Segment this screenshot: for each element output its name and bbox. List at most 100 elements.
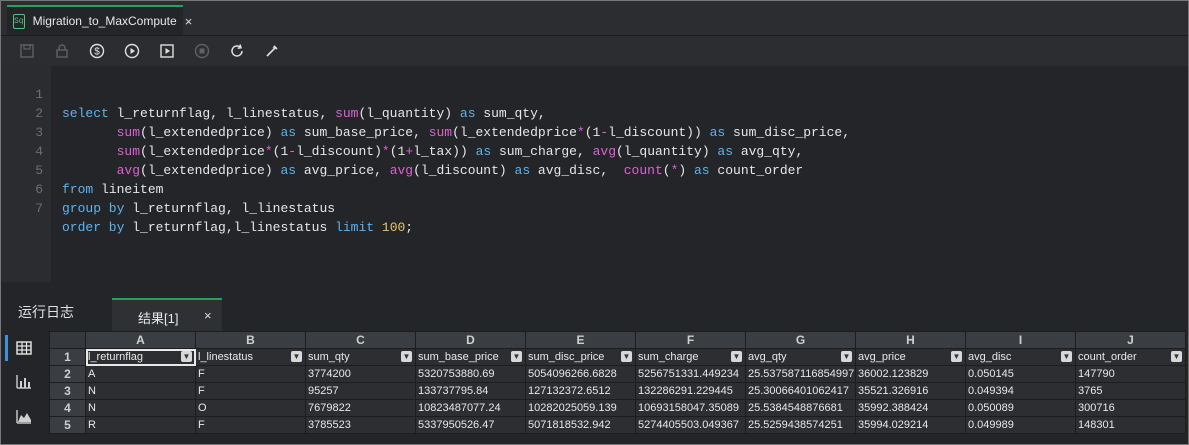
row-number[interactable]: 1 xyxy=(49,348,86,366)
table-cell[interactable]: F xyxy=(195,365,306,383)
table-cell[interactable]: 3785523 xyxy=(305,416,416,434)
sql-code-editor[interactable]: 1 select l_returnflag, l_linestatus, sum… xyxy=(1,66,1188,282)
header-label: sum_disc_price xyxy=(528,351,605,363)
header-cell[interactable]: sum_base_price ▼ xyxy=(415,348,526,366)
close-result-tab-icon[interactable]: × xyxy=(204,308,212,323)
column-letter[interactable]: H xyxy=(855,331,966,349)
table-cell[interactable]: N xyxy=(85,399,196,417)
table-view-icon[interactable] xyxy=(15,339,33,357)
column-letter[interactable]: A xyxy=(85,331,196,349)
column-letter[interactable]: C xyxy=(305,331,416,349)
table-cell[interactable]: 5054096266.6828 xyxy=(525,365,636,383)
filter-dropdown-icon[interactable]: ▼ xyxy=(731,351,742,362)
table-cell[interactable]: 3774200 xyxy=(305,365,416,383)
table-cell[interactable]: 0.050089 xyxy=(965,399,1076,417)
code-line: 4 avg(l_extendedprice) as avg_price, avg… xyxy=(1,123,1188,178)
table-cell[interactable]: 148301 xyxy=(1075,416,1186,434)
row-number[interactable]: 2 xyxy=(49,365,86,383)
column-letter[interactable]: G xyxy=(745,331,856,349)
header-label: l_linestatus xyxy=(198,351,254,363)
table-cell[interactable]: 132286291.229445 xyxy=(635,382,746,400)
table-cell[interactable]: 25.30066401062417 xyxy=(745,382,856,400)
tab-result[interactable]: 结果[1] × xyxy=(112,298,222,331)
stop-icon[interactable] xyxy=(193,42,211,60)
column-letter-row: A B C D E F G H I J xyxy=(49,331,1186,349)
table-cell[interactable]: 5071818532.942 xyxy=(525,416,636,434)
code-line: 6 group by l_returnflag, l_linestatus xyxy=(1,161,1188,216)
close-tab-icon[interactable]: × xyxy=(185,14,193,29)
column-letter[interactable]: I xyxy=(965,331,1076,349)
row-number[interactable]: 4 xyxy=(49,399,86,417)
header-cell[interactable]: sum_disc_price ▼ xyxy=(525,348,636,366)
header-label: avg_disc xyxy=(968,351,1012,363)
table-cell[interactable]: 127132372.6512 xyxy=(525,382,636,400)
filter-dropdown-icon[interactable]: ▼ xyxy=(181,351,192,362)
table-cell[interactable]: 10823487077.24 xyxy=(415,399,526,417)
column-letter[interactable]: J xyxy=(1075,331,1186,349)
table-cell[interactable]: 35992.388424 xyxy=(855,399,966,417)
filter-dropdown-icon[interactable]: ▼ xyxy=(951,351,962,362)
table-cell[interactable]: 25.5384548876681 xyxy=(745,399,856,417)
table-cell[interactable]: 147790 xyxy=(1075,365,1186,383)
filter-dropdown-icon[interactable]: ▼ xyxy=(621,351,632,362)
bar-chart-view-icon[interactable] xyxy=(15,373,33,391)
sql-editor-window: Sq Migration_to_MaxCompute × $ 1 select … xyxy=(0,0,1189,445)
header-cell[interactable]: l_returnflag ▼ xyxy=(85,348,196,366)
table-cell[interactable]: N xyxy=(85,382,196,400)
table-cell[interactable]: 5274405503.049367 xyxy=(635,416,746,434)
filter-dropdown-icon[interactable]: ▼ xyxy=(841,351,852,362)
header-cell[interactable]: count_order ▼ xyxy=(1075,348,1186,366)
format-code-icon[interactable] xyxy=(263,42,281,60)
row-number[interactable]: 3 xyxy=(49,382,86,400)
column-letter[interactable]: D xyxy=(415,331,526,349)
run-selected-icon[interactable] xyxy=(158,42,176,60)
table-cell[interactable]: 0.049989 xyxy=(965,416,1076,434)
filter-dropdown-icon[interactable]: ▼ xyxy=(401,351,412,362)
table-cell[interactable]: 300716 xyxy=(1075,399,1186,417)
header-cell[interactable]: avg_disc ▼ xyxy=(965,348,1076,366)
header-cell[interactable]: avg_price ▼ xyxy=(855,348,966,366)
table-cell[interactable]: 3765 xyxy=(1075,382,1186,400)
filter-dropdown-icon[interactable]: ▼ xyxy=(1061,351,1072,362)
table-cell[interactable]: 133737795.84 xyxy=(415,382,526,400)
table-cell[interactable]: R xyxy=(85,416,196,434)
area-chart-view-icon[interactable] xyxy=(15,408,33,426)
table-cell[interactable]: 0.050145 xyxy=(965,365,1076,383)
table-cell[interactable]: F xyxy=(195,382,306,400)
cost-estimate-icon[interactable]: $ xyxy=(88,42,106,60)
table-cell[interactable]: 10693158047.35089 xyxy=(635,399,746,417)
tab-run-log[interactable]: 运行日志 xyxy=(18,302,74,322)
header-cell[interactable]: sum_charge ▼ xyxy=(635,348,746,366)
header-cell[interactable]: sum_qty ▼ xyxy=(305,348,416,366)
table-cell[interactable]: 35994.029214 xyxy=(855,416,966,434)
code-line: 5 from lineitem xyxy=(1,142,1188,197)
table-cell[interactable]: 25.537587116854997 xyxy=(745,365,856,383)
table-cell[interactable]: F xyxy=(195,416,306,434)
table-cell[interactable]: 5256751331.449234 xyxy=(635,365,746,383)
run-icon[interactable] xyxy=(123,42,141,60)
filter-dropdown-icon[interactable]: ▼ xyxy=(291,351,302,362)
table-cell[interactable]: 36002.123829 xyxy=(855,365,966,383)
table-cell[interactable]: 5337950526.47 xyxy=(415,416,526,434)
table-cell[interactable]: 95257 xyxy=(305,382,416,400)
column-letter[interactable]: E xyxy=(525,331,636,349)
filter-dropdown-icon[interactable]: ▼ xyxy=(511,351,522,362)
table-cell[interactable]: O xyxy=(195,399,306,417)
table-cell[interactable]: 10282025059.139 xyxy=(525,399,636,417)
lock-icon[interactable] xyxy=(53,42,71,60)
header-cell[interactable]: l_linestatus ▼ xyxy=(195,348,306,366)
table-cell[interactable]: A xyxy=(85,365,196,383)
table-cell[interactable]: 25.5259438574251 xyxy=(745,416,856,434)
refresh-icon[interactable] xyxy=(228,42,246,60)
column-letter[interactable]: B xyxy=(195,331,306,349)
table-cell[interactable]: 7679822 xyxy=(305,399,416,417)
table-cell[interactable]: 35521.326916 xyxy=(855,382,966,400)
file-tab[interactable]: Sq Migration_to_MaxCompute × xyxy=(7,5,192,35)
table-cell[interactable]: 0.049394 xyxy=(965,382,1076,400)
filter-dropdown-icon[interactable]: ▼ xyxy=(1171,351,1182,362)
header-cell[interactable]: avg_qty ▼ xyxy=(745,348,856,366)
row-number[interactable]: 5 xyxy=(49,416,86,434)
table-cell[interactable]: 5320753880.69 xyxy=(415,365,526,383)
column-letter[interactable]: F xyxy=(635,331,746,349)
save-icon[interactable] xyxy=(18,42,36,60)
